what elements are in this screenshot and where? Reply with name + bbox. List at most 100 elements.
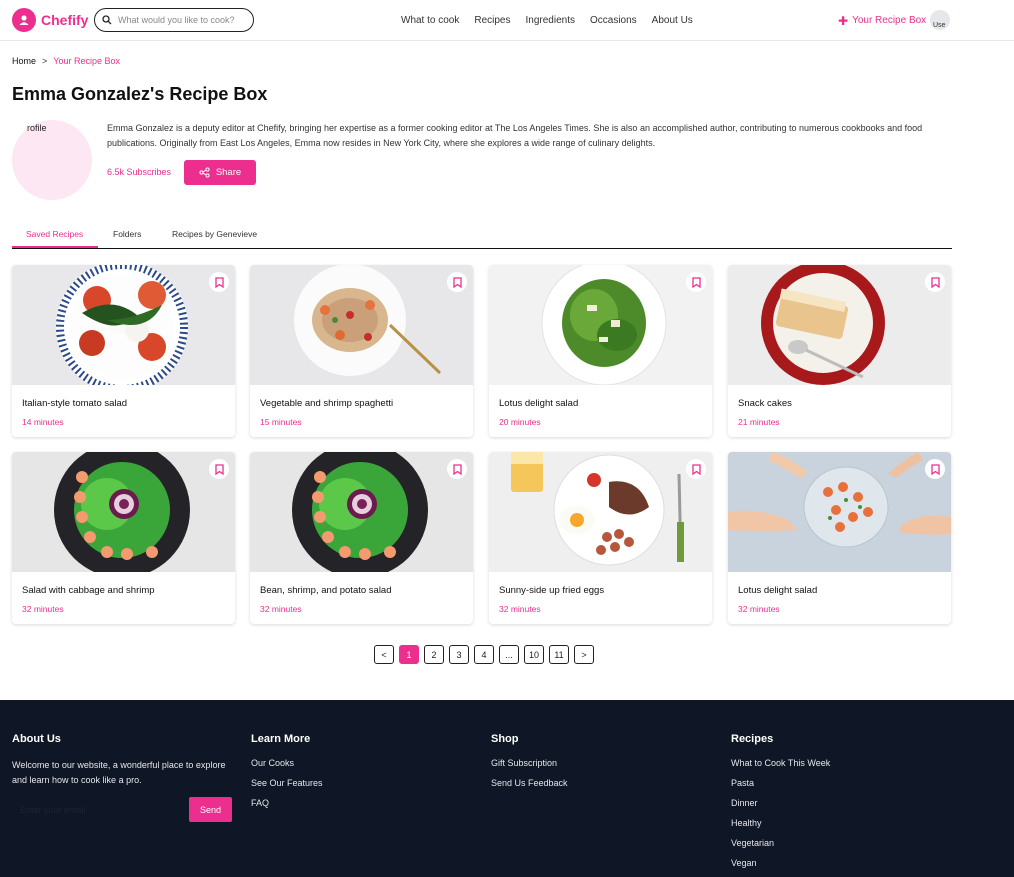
search-box[interactable] xyxy=(94,8,254,32)
recipe-card[interactable]: Salad with cabbage and shrimp 32 minutes xyxy=(12,452,235,624)
footer-shop: Shop Gift Subscription Send Us Feedback xyxy=(491,733,568,798)
page-ellipsis: ... xyxy=(499,645,519,664)
footer-link-feedback[interactable]: Send Us Feedback xyxy=(491,778,568,789)
search-input[interactable] xyxy=(118,15,248,25)
footer-link-healthy[interactable]: Healthy xyxy=(731,818,830,829)
recipe-image xyxy=(728,452,951,572)
prev-page-button[interactable]: < xyxy=(374,645,394,664)
recipe-title[interactable]: Lotus delight salad xyxy=(738,585,817,596)
recipe-card[interactable]: Italian-style tomato salad 14 minutes xyxy=(12,265,235,437)
footer-link-gift-subscription[interactable]: Gift Subscription xyxy=(491,758,568,769)
recipe-card[interactable]: Sunny-side up fried eggs 32 minutes xyxy=(489,452,712,624)
bookmark-icon[interactable] xyxy=(447,272,467,292)
page-button-10[interactable]: 10 xyxy=(524,645,544,664)
breadcrumb-current[interactable]: Your Recipe Box xyxy=(53,56,120,66)
breadcrumb-separator: > xyxy=(42,56,48,66)
footer-link-vegan[interactable]: Vegan xyxy=(731,858,830,869)
recipe-title[interactable]: Salad with cabbage and shrimp xyxy=(22,585,155,596)
share-button[interactable]: Share xyxy=(184,160,256,185)
recipe-image xyxy=(728,265,951,385)
recipe-box-link[interactable]: ✚ Your Recipe Box xyxy=(838,13,927,28)
recipe-time: 21 minutes xyxy=(738,417,780,427)
nav-what-to-cook[interactable]: What to cook xyxy=(401,15,459,26)
footer-link-dinner[interactable]: Dinner xyxy=(731,798,830,809)
newsletter-form: Send xyxy=(12,797,232,822)
recipe-card[interactable]: Vegetable and shrimp spaghetti 15 minute… xyxy=(250,265,473,437)
bookmark-icon[interactable] xyxy=(686,272,706,292)
next-page-button[interactable]: > xyxy=(574,645,594,664)
recipe-time: 15 minutes xyxy=(260,417,302,427)
recipe-time: 32 minutes xyxy=(499,604,541,614)
recipe-image xyxy=(250,265,473,385)
bookmark-icon[interactable] xyxy=(925,459,945,479)
recipe-title[interactable]: Sunny-side up fried eggs xyxy=(499,585,604,596)
recipe-title[interactable]: Lotus delight salad xyxy=(499,398,578,409)
recipe-image xyxy=(489,452,712,572)
footer-shop-heading: Shop xyxy=(491,733,519,745)
subscriber-count: 6.5k Subscribes xyxy=(107,167,172,177)
recipe-time: 20 minutes xyxy=(499,417,541,427)
page-button-3[interactable]: 3 xyxy=(449,645,469,664)
page-button-11[interactable]: 11 xyxy=(549,645,569,664)
bookmark-icon[interactable] xyxy=(209,459,229,479)
nav-occasions[interactable]: Occasions xyxy=(590,15,637,26)
footer-about-heading: About Us xyxy=(12,733,61,745)
pagination: < 1 2 3 4 ... 10 11 > xyxy=(374,645,599,664)
recipe-card[interactable]: Lotus delight salad 32 minutes xyxy=(728,452,951,624)
footer-link-features[interactable]: See Our Features xyxy=(251,778,323,789)
footer-recipes-heading: Recipes xyxy=(731,733,774,745)
recipe-time: 32 minutes xyxy=(260,604,302,614)
user-avatar[interactable]: Use xyxy=(930,10,950,30)
nav-recipes[interactable]: Recipes xyxy=(474,15,510,26)
nav-ingredients[interactable]: Ingredients xyxy=(526,15,575,26)
user-avatar-alt-text: Use xyxy=(933,22,946,29)
recipe-title[interactable]: Bean, shrimp, and potato salad xyxy=(260,585,392,596)
bookmark-icon[interactable] xyxy=(447,459,467,479)
footer-link-pasta[interactable]: Pasta xyxy=(731,778,830,789)
recipe-box-label: Your Recipe Box xyxy=(852,15,927,26)
main-nav: What to cook Recipes Ingredients Occasio… xyxy=(401,15,708,26)
footer-recipes: Recipes What to Cook This Week Pasta Din… xyxy=(731,733,830,877)
bookmark-icon[interactable] xyxy=(686,459,706,479)
site-header: Chefify What to cook Recipes Ingredients… xyxy=(0,0,1014,41)
logo[interactable]: Chefify xyxy=(12,8,88,32)
footer-link-vegetarian[interactable]: Vegetarian xyxy=(731,838,830,849)
share-icon xyxy=(199,167,210,178)
footer-link-our-cooks[interactable]: Our Cooks xyxy=(251,758,323,769)
chef-hat-icon xyxy=(12,8,36,32)
recipe-title[interactable]: Vegetable and shrimp spaghetti xyxy=(260,398,393,409)
recipe-card[interactable]: Snack cakes 21 minutes xyxy=(728,265,951,437)
recipe-card[interactable]: Lotus delight salad 20 minutes xyxy=(489,265,712,437)
author-bio: Emma Gonzalez is a deputy editor at Chef… xyxy=(107,123,923,148)
recipe-time: 14 minutes xyxy=(22,417,64,427)
page-button-1[interactable]: 1 xyxy=(399,645,419,664)
profile-tabs: Saved Recipes Folders Recipes by Genevie… xyxy=(12,220,952,249)
breadcrumb: Home > Your Recipe Box xyxy=(12,56,120,66)
site-footer: About Us Welcome to our website, a wonde… xyxy=(0,700,1014,877)
profile-picture xyxy=(12,120,92,200)
recipe-title[interactable]: Snack cakes xyxy=(738,398,792,409)
tab-folders[interactable]: Folders xyxy=(113,229,141,239)
page-button-2[interactable]: 2 xyxy=(424,645,444,664)
nav-about-us[interactable]: About Us xyxy=(652,15,693,26)
bookmark-icon[interactable] xyxy=(925,272,945,292)
footer-link-faq[interactable]: FAQ xyxy=(251,798,323,809)
bookmark-icon[interactable] xyxy=(209,272,229,292)
recipe-card[interactable]: Bean, shrimp, and potato salad 32 minute… xyxy=(250,452,473,624)
active-tab-indicator xyxy=(12,246,98,248)
breadcrumb-home[interactable]: Home xyxy=(12,56,36,66)
send-button[interactable]: Send xyxy=(189,797,232,822)
footer-link-what-to-cook[interactable]: What to Cook This Week xyxy=(731,758,830,769)
recipe-time: 32 minutes xyxy=(22,604,64,614)
tab-recipes-by-genevieve[interactable]: Recipes by Genevieve xyxy=(172,229,257,239)
plus-icon: ✚ xyxy=(838,13,849,28)
recipe-time: 32 minutes xyxy=(738,604,780,614)
recipe-title[interactable]: Italian-style tomato salad xyxy=(22,398,127,409)
recipe-image xyxy=(12,452,235,572)
share-label: Share xyxy=(215,167,242,178)
page-button-4[interactable]: 4 xyxy=(474,645,494,664)
footer-about-text: Welcome to our website, a wonderful plac… xyxy=(12,760,226,785)
tab-saved-recipes[interactable]: Saved Recipes xyxy=(26,229,83,239)
email-input[interactable] xyxy=(12,797,182,822)
page-title: Emma Gonzalez's Recipe Box xyxy=(12,84,268,104)
